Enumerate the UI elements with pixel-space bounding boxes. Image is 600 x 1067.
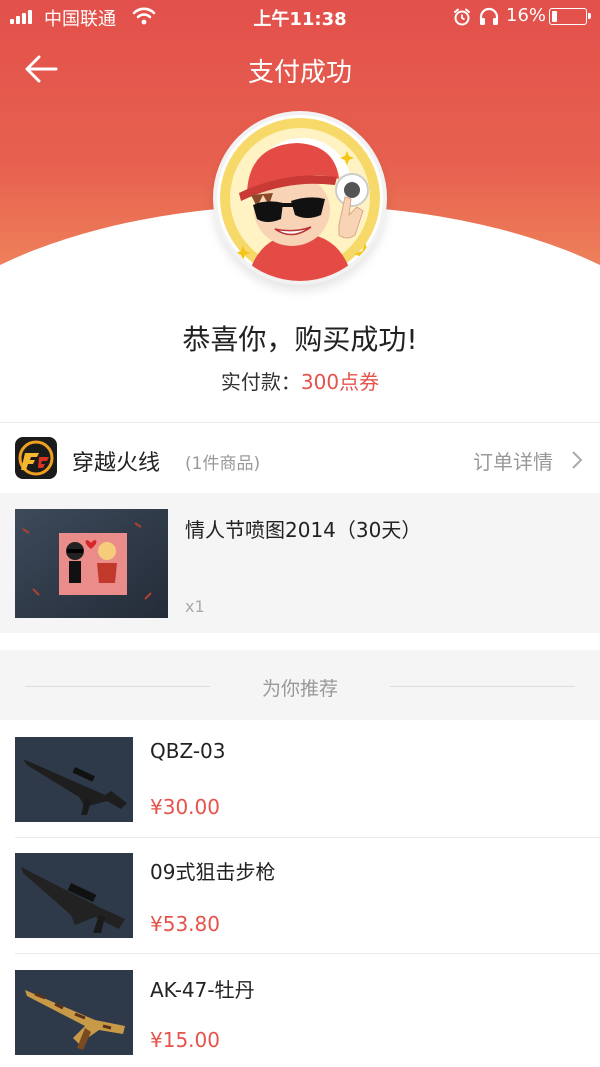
- product-name: 情人节喷图2014（30天）: [185, 518, 422, 542]
- divider: [15, 953, 600, 954]
- recommend-item-thumbnail[interactable]: [15, 970, 133, 1055]
- recommend-item-name: QBZ-03: [150, 739, 226, 763]
- recommend-item-thumbnail[interactable]: [15, 737, 133, 822]
- mascot-illustration: [220, 118, 380, 281]
- product-quantity: x1: [185, 597, 205, 616]
- order-detail-link[interactable]: 订单详情: [473, 446, 553, 475]
- recommend-item-name: AK-47-牡丹: [150, 978, 255, 1002]
- divider: [15, 837, 600, 838]
- headphone-icon: [479, 7, 499, 25]
- recommend-item-price: ¥53.80: [150, 912, 220, 936]
- paid-amount-line: 实付款：300点券: [0, 366, 600, 395]
- game-logo-icon: [15, 437, 57, 479]
- recommend-item-price: ¥15.00: [150, 1028, 220, 1052]
- divider: [0, 422, 600, 423]
- recommend-item-name: 09式狙击步枪: [150, 860, 276, 884]
- success-message: 恭喜你，购买成功!: [182, 323, 418, 356]
- page-title: 支付成功: [247, 58, 352, 88]
- alarm-icon: [454, 8, 470, 26]
- paid-amount: 300点券: [300, 370, 380, 394]
- recommend-title: 为你推荐: [261, 678, 338, 700]
- product-thumbnail[interactable]: [15, 509, 168, 618]
- mascot-avatar: [213, 111, 387, 285]
- paid-label: 实付款：: [220, 370, 301, 394]
- recommend-item-price: ¥30.00: [150, 795, 220, 819]
- chevron-right-icon[interactable]: [570, 449, 584, 471]
- recommend-item-thumbnail[interactable]: [15, 853, 133, 938]
- item-count: (1件商品): [185, 454, 261, 474]
- status-bar: 中国联通 上午11:38 16%: [0, 0, 600, 34]
- battery-icon: [549, 8, 591, 25]
- store-name: 穿越火线: [72, 451, 161, 476]
- battery-percent: 16%: [506, 5, 547, 26]
